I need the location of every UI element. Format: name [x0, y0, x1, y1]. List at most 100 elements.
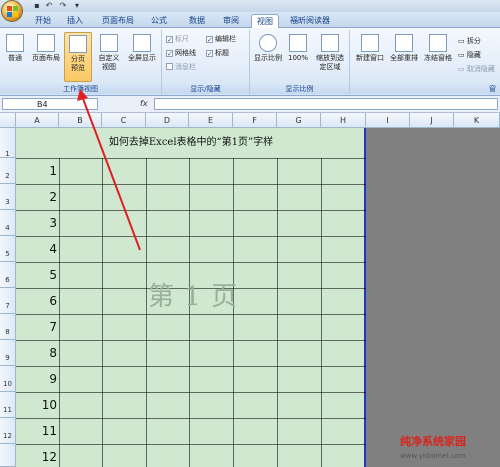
message-bar-checkbox[interactable]: 消息栏: [166, 62, 196, 72]
custom-views-button[interactable]: 自定义视图: [94, 32, 124, 82]
cell-a7[interactable]: 6: [16, 288, 59, 314]
tab-page-layout[interactable]: 页面布局: [98, 14, 138, 28]
site-watermark: 纯净系统家园 www.yidaimei.com: [400, 433, 500, 467]
headings-checkbox[interactable]: ✓ 标题: [206, 48, 229, 58]
cell-a3[interactable]: 2: [16, 184, 59, 210]
tab-insert[interactable]: 插入: [62, 14, 88, 28]
new-window-button[interactable]: 新建窗口: [354, 32, 386, 82]
gridline-vertical: [321, 158, 322, 467]
cell-a6[interactable]: 5: [16, 262, 59, 288]
row-header-3[interactable]: 3: [0, 184, 16, 210]
cell-a5[interactable]: 4: [16, 236, 59, 262]
tab-view[interactable]: 视图: [251, 14, 279, 28]
row-header-11[interactable]: 11: [0, 392, 16, 418]
page-break-preview-button[interactable]: 分页预览: [64, 32, 92, 82]
normal-view-label: 普通: [8, 54, 22, 62]
site-watermark-url: www.yidaimei.com: [400, 452, 466, 460]
column-header-i[interactable]: I: [366, 113, 410, 128]
office-button[interactable]: [1, 0, 23, 22]
page-layout-label: 页面布局: [32, 54, 60, 62]
undo-icon[interactable]: ↶: [44, 1, 54, 10]
group-label-zoom: 显示比例: [250, 84, 349, 94]
row-header-12[interactable]: 12: [0, 418, 16, 444]
column-header-h[interactable]: H: [321, 113, 366, 128]
column-header-e[interactable]: E: [189, 113, 233, 128]
row-header-8[interactable]: 8: [0, 314, 16, 340]
save-icon[interactable]: ▪: [32, 1, 42, 10]
zoom-100-button[interactable]: 100%: [286, 32, 310, 82]
cell-a12[interactable]: 11: [16, 418, 59, 444]
arrange-all-button[interactable]: 全部重排: [388, 32, 420, 82]
column-header-k[interactable]: K: [454, 113, 500, 128]
row-header-5[interactable]: 5: [0, 236, 16, 262]
tab-foxit[interactable]: 福昕阅读器: [286, 14, 334, 28]
title-cell[interactable]: 如何去掉Excel表格中的“第1页”字样: [16, 128, 366, 158]
freeze-panes-icon: [429, 34, 447, 52]
gridline-vertical: [277, 158, 278, 467]
cell-a9[interactable]: 8: [16, 340, 59, 366]
arrange-all-label: 全部重排: [390, 54, 418, 62]
formula-bar-label: 编辑栏: [215, 35, 236, 43]
row-header-7[interactable]: 7: [0, 288, 16, 314]
page-layout-view-button[interactable]: 页面布局: [30, 32, 62, 82]
insert-function-icon[interactable]: fx: [140, 99, 148, 108]
column-header-d[interactable]: D: [146, 113, 189, 128]
full-screen-icon: [133, 34, 151, 52]
column-header-f[interactable]: F: [233, 113, 277, 128]
row-header-6[interactable]: 6: [0, 262, 16, 288]
cell-a2[interactable]: 1: [16, 158, 59, 184]
title-bar: ▪ ↶ ↷ ▾: [0, 0, 500, 12]
row-header-1[interactable]: 1: [0, 128, 16, 158]
formula-bar-checkbox[interactable]: ✓ 编辑栏: [206, 34, 236, 44]
redo-icon[interactable]: ↷: [58, 1, 68, 10]
tab-data[interactable]: 数据: [184, 14, 210, 28]
full-screen-label: 全屏显示: [128, 54, 156, 62]
custom-views-icon: [100, 34, 118, 52]
name-box[interactable]: B4: [2, 98, 98, 110]
tab-review[interactable]: 审阅: [218, 14, 244, 28]
zoom-button[interactable]: 显示比例: [252, 32, 284, 82]
gridline-horizontal: [16, 236, 366, 237]
gridline-horizontal: [16, 444, 366, 445]
unhide-label: 取消隐藏: [466, 65, 495, 73]
gridline-horizontal: [16, 418, 366, 419]
worksheet[interactable]: A B C D E F G H I J K 1 2 3 4 5 6 7 8 9 …: [0, 113, 500, 467]
normal-view-icon: [6, 34, 24, 52]
tab-formulas[interactable]: 公式: [146, 14, 172, 28]
unhide-button[interactable]: ▭ 取消隐藏: [458, 64, 495, 74]
cell-a13[interactable]: 12: [16, 444, 59, 467]
row-header-2[interactable]: 2: [0, 158, 16, 184]
quick-access-dropdown-icon[interactable]: ▾: [72, 1, 82, 10]
row-header-10[interactable]: 10: [0, 366, 16, 392]
column-header-c[interactable]: C: [102, 113, 146, 128]
zoom-to-selection-button[interactable]: 缩放到选定区域: [312, 32, 348, 82]
gridline-horizontal: [16, 366, 366, 367]
formula-input[interactable]: [154, 98, 498, 110]
outside-print-area: [368, 128, 500, 467]
column-header-a[interactable]: A: [16, 113, 59, 128]
split-button[interactable]: ▭ 拆分: [458, 36, 481, 46]
freeze-panes-label: 冻结窗格: [424, 54, 452, 62]
column-header-b[interactable]: B: [59, 113, 102, 128]
ruler-checkbox[interactable]: ✓ 标尺: [166, 34, 189, 44]
hide-button[interactable]: ▭ 隐藏: [458, 50, 481, 60]
row-header-13[interactable]: [0, 444, 16, 467]
formula-bar: B4 fx: [0, 96, 500, 113]
freeze-panes-button[interactable]: 冻结窗格: [422, 32, 454, 82]
cell-a4[interactable]: 3: [16, 210, 59, 236]
full-screen-button[interactable]: 全屏显示: [124, 32, 160, 82]
select-all-corner[interactable]: [0, 113, 16, 128]
zoom-selection-icon: [321, 34, 339, 52]
column-header-j[interactable]: J: [410, 113, 454, 128]
cell-a10[interactable]: 9: [16, 366, 59, 392]
page-number-watermark: 第 1 页: [148, 282, 239, 312]
hide-label: 隐藏: [466, 51, 481, 59]
cell-a11[interactable]: 10: [16, 392, 59, 418]
tab-home[interactable]: 开始: [30, 14, 56, 28]
column-header-g[interactable]: G: [277, 113, 321, 128]
gridlines-checkbox[interactable]: ✓ 网格线: [166, 48, 196, 58]
row-header-4[interactable]: 4: [0, 210, 16, 236]
row-header-9[interactable]: 9: [0, 340, 16, 366]
cell-a8[interactable]: 7: [16, 314, 59, 340]
normal-view-button[interactable]: 普通: [2, 32, 28, 82]
